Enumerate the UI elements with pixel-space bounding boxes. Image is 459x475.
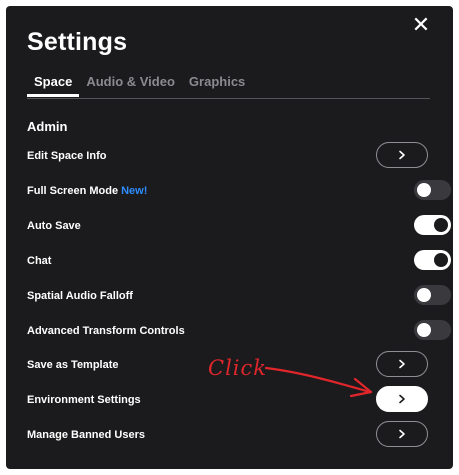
row-advanced-transform-controls: Advanced Transform Controls — [27, 317, 451, 347]
tab-divider — [27, 98, 430, 99]
tab-graphics[interactable]: Graphics — [182, 74, 252, 97]
row-label: Save as Template — [27, 359, 119, 371]
chevron-right-icon — [399, 394, 405, 404]
row-auto-save: Auto Save — [27, 212, 451, 242]
chevron-right-icon — [399, 429, 405, 439]
row-label: Auto Save — [27, 220, 81, 232]
section-heading-admin: Admin — [27, 119, 68, 134]
row-spatial-audio-falloff: Spatial Audio Falloff — [27, 282, 451, 312]
row-full-screen-mode: Full Screen Mode New! — [27, 177, 451, 207]
new-badge: New! — [121, 185, 148, 197]
row-chat: Chat — [27, 247, 451, 277]
toggle-knob — [434, 218, 448, 232]
row-manage-banned-users: Manage Banned Users — [27, 421, 431, 451]
row-label: Chat — [27, 255, 52, 267]
chevron-right-icon — [399, 359, 405, 369]
row-label-text: Full Screen Mode — [27, 185, 119, 197]
close-icon[interactable]: ✕ — [410, 14, 432, 36]
advanced-transform-controls-toggle[interactable] — [414, 320, 451, 340]
row-label: Full Screen Mode New! — [27, 185, 147, 197]
row-label: Manage Banned Users — [27, 429, 145, 441]
manage-banned-users-button[interactable] — [376, 421, 428, 447]
spatial-audio-falloff-toggle[interactable] — [414, 285, 451, 305]
row-save-as-template: Save as Template — [27, 351, 431, 381]
edit-space-info-button[interactable] — [376, 142, 428, 168]
toggle-knob — [434, 253, 448, 267]
tab-audio-video[interactable]: Audio & Video — [79, 74, 182, 97]
chat-toggle[interactable] — [414, 250, 451, 270]
tab-bar: Space Audio & Video Graphics — [27, 74, 252, 97]
settings-panel: ✕ Settings Space Audio & Video Graphics … — [6, 6, 453, 469]
tab-space[interactable]: Space — [27, 74, 80, 97]
toggle-knob — [417, 288, 431, 302]
toggle-knob — [417, 183, 431, 197]
row-edit-space-info: Edit Space Info — [27, 142, 431, 172]
row-label: Spatial Audio Falloff — [27, 290, 133, 302]
page-title: Settings — [27, 28, 128, 56]
row-label: Environment Settings — [27, 394, 141, 406]
full-screen-mode-toggle[interactable] — [414, 180, 451, 200]
row-environment-settings: Environment Settings — [27, 386, 431, 416]
row-label: Edit Space Info — [27, 150, 107, 162]
chevron-right-icon — [399, 150, 405, 160]
save-as-template-button[interactable] — [376, 351, 428, 377]
environment-settings-button[interactable] — [376, 386, 428, 412]
row-label: Advanced Transform Controls — [27, 325, 185, 337]
toggle-knob — [417, 323, 431, 337]
auto-save-toggle[interactable] — [414, 215, 451, 235]
